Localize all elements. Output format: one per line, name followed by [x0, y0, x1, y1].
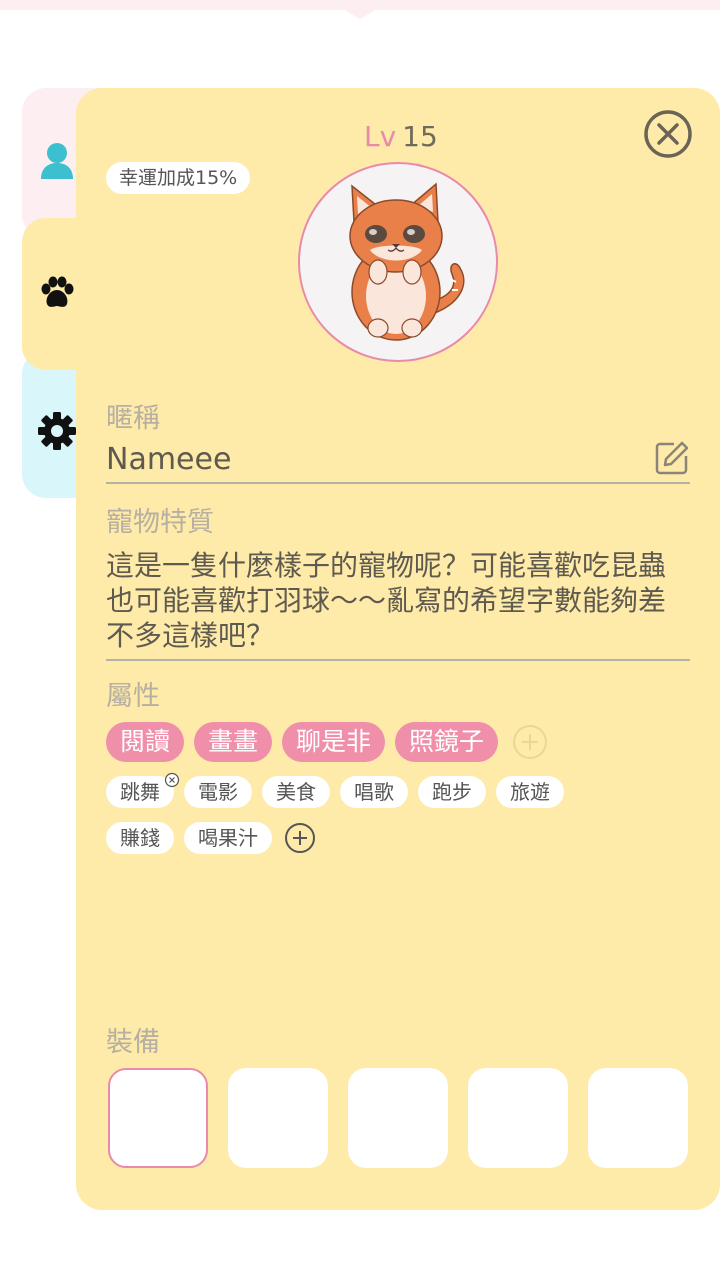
remove-tag-icon[interactable]	[164, 772, 180, 788]
top-strip	[0, 0, 720, 10]
equipment-slot[interactable]	[348, 1068, 448, 1168]
secondary-tags-row1: 跳舞 電影 美食 唱歌 跑步 旅遊	[106, 772, 564, 808]
trait-underline	[106, 659, 690, 661]
gear-icon	[36, 410, 78, 452]
equipment-slot[interactable]	[108, 1068, 208, 1168]
person-icon	[36, 140, 78, 182]
chip[interactable]: 跑步	[418, 776, 486, 808]
top-notch	[344, 10, 376, 19]
level-value: 15	[402, 120, 438, 153]
secondary-tags-row2: 賺錢 喝果汁	[106, 822, 316, 854]
primary-tag[interactable]: 畫畫	[194, 722, 273, 762]
chip-label: 跳舞	[120, 780, 160, 804]
equipment-slots	[108, 1068, 688, 1168]
chip[interactable]: 旅遊	[496, 776, 564, 808]
pet-avatar[interactable]	[298, 162, 498, 362]
level-prefix: Lv	[364, 120, 397, 153]
paw-icon	[36, 272, 78, 314]
primary-tag[interactable]: 照鏡子	[395, 722, 499, 762]
trait-textarea[interactable]: 這是一隻什麼樣子的寵物呢？可能喜歡吃昆蟲也可能喜歡打羽球～～亂寫的希望字數能夠差…	[106, 548, 690, 653]
add-primary-tag-icon[interactable]	[512, 724, 548, 760]
nickname-label: 暱稱	[106, 403, 160, 434]
chip[interactable]: 賺錢	[106, 822, 174, 854]
attributes-label: 屬性	[106, 681, 160, 712]
equipment-label: 裝備	[106, 1027, 160, 1058]
add-tag-icon[interactable]	[284, 822, 316, 854]
tab-pet[interactable]	[22, 218, 102, 370]
nickname-field[interactable]: Nameee	[106, 442, 231, 477]
chip[interactable]: 美食	[262, 776, 330, 808]
equipment-slot[interactable]	[228, 1068, 328, 1168]
pet-panel: Lv 15 幸運加成15% 暱稱 Nameee 寵物特質 這是一隻什麼樣子的寵物…	[76, 88, 720, 1210]
trait-label: 寵物特質	[106, 507, 214, 538]
chip[interactable]: 跳舞	[106, 772, 180, 808]
equipment-slot[interactable]	[468, 1068, 568, 1168]
nickname-underline	[106, 482, 690, 484]
luck-badge: 幸運加成15%	[106, 162, 251, 194]
cat-illustration	[349, 182, 465, 341]
primary-tags: 閱讀 畫畫 聊是非 照鏡子	[106, 722, 548, 762]
chip[interactable]: 唱歌	[340, 776, 408, 808]
primary-tag[interactable]: 聊是非	[282, 722, 386, 762]
equipment-slot[interactable]	[588, 1068, 688, 1168]
pet-level: Lv 15	[364, 120, 438, 153]
close-icon[interactable]	[642, 108, 694, 160]
chip[interactable]: 喝果汁	[184, 822, 272, 854]
primary-tag[interactable]: 閱讀	[106, 722, 185, 762]
chip[interactable]: 電影	[184, 776, 252, 808]
edit-icon[interactable]	[654, 440, 690, 476]
